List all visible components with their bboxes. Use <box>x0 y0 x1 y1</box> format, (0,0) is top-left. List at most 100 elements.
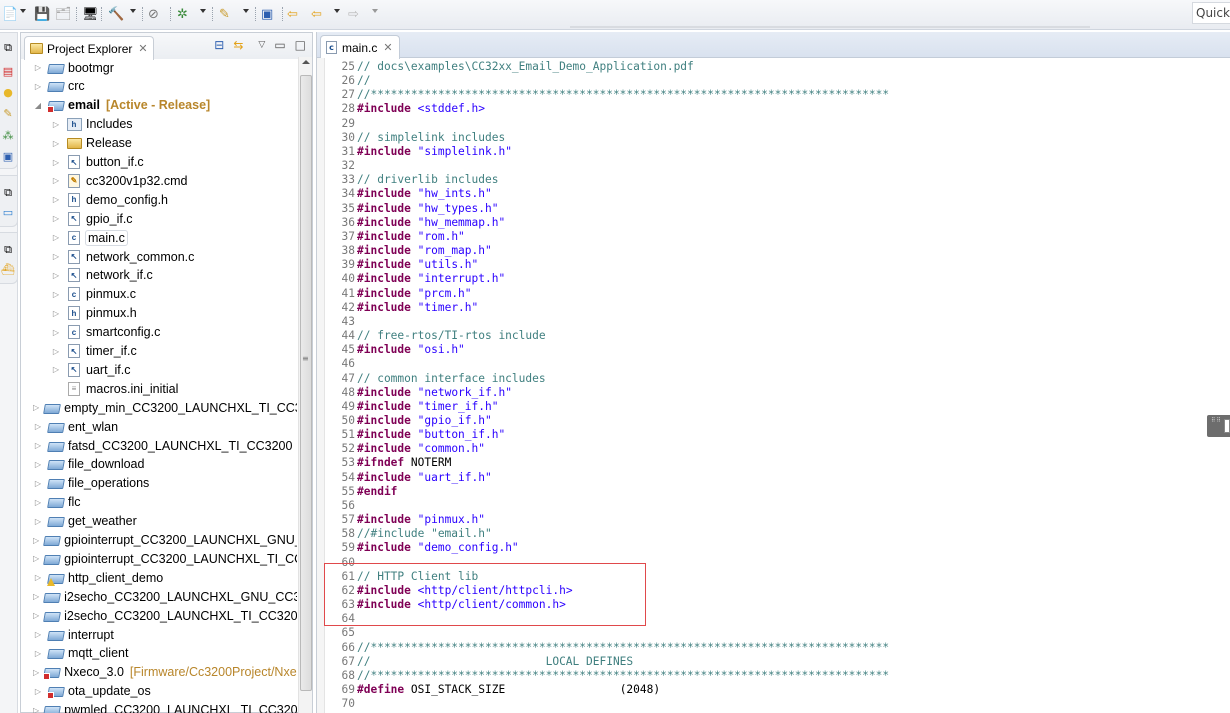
monitor-icon[interactable]: ▣ <box>1 150 15 164</box>
collapsed-twistie-icon[interactable]: ▷ <box>33 82 43 91</box>
tree-item[interactable]: ▷ pwmled_CC3200_LAUNCHXL_TI_CC3200 <box>21 701 297 713</box>
close-icon[interactable]: ✕ <box>138 42 147 55</box>
save-icon[interactable]: 💾 <box>34 5 50 23</box>
debug-bug-icon[interactable]: ✲ <box>177 5 188 23</box>
collapsed-twistie-icon[interactable]: ▷ <box>51 176 61 185</box>
collapsed-twistie-icon[interactable]: ▷ <box>33 592 39 601</box>
code-line[interactable]: 64 <box>325 612 357 626</box>
register-icon[interactable]: ▤ <box>1 65 15 79</box>
tree-item[interactable]: ▷ Nxeco_3.0 [Firmware/Cc3200Project/Nxeco_… <box>21 663 297 682</box>
terminal-icon[interactable]: 🖥 <box>82 5 99 23</box>
vertical-scrollbar[interactable]: ≡ <box>298 57 312 713</box>
tree-item[interactable]: ▷ http_client_demo <box>21 568 297 587</box>
collapsed-twistie-icon[interactable]: ▷ <box>33 630 43 639</box>
flash-dropdown-icon[interactable] <box>243 9 249 13</box>
code-line[interactable]: 31 #include "simplelink.h" <box>325 145 512 159</box>
quick-access-input[interactable]: Quick <box>1192 2 1230 24</box>
code-line[interactable]: 52 #include "common.h" <box>325 442 485 456</box>
code-text[interactable]: 25// docs\examples\CC32xx_Email_Demo_App… <box>325 58 1225 713</box>
code-line[interactable]: 68//************************************… <box>325 669 890 683</box>
code-line[interactable]: 62 #include <http/client/httpcli.h> <box>325 584 573 598</box>
code-line[interactable]: 33// driverlib includes <box>325 173 499 187</box>
code-line[interactable]: 26// <box>325 74 371 88</box>
forward-arrow-icon[interactable]: ⇨ <box>348 5 359 23</box>
maximize-icon[interactable]: □ <box>295 38 306 52</box>
code-line[interactable]: 30// simplelink includes <box>325 131 506 145</box>
tree-item[interactable]: ▷ ent_wlan <box>21 417 297 436</box>
build-hammer-icon[interactable]: 🔨 <box>108 5 124 23</box>
collapsed-twistie-icon[interactable]: ▷ <box>51 328 61 337</box>
code-line[interactable]: 59 #include "demo_config.h" <box>325 541 519 555</box>
restore-icon[interactable]: ⧉ <box>1 186 15 200</box>
collapsed-twistie-icon[interactable]: ▷ <box>51 271 61 280</box>
tree-item[interactable]: ▷ h Includes <box>21 115 297 134</box>
code-line[interactable]: 56 <box>325 499 357 513</box>
collapsed-twistie-icon[interactable]: ▷ <box>51 365 61 374</box>
code-line[interactable]: 66//************************************… <box>325 641 890 655</box>
code-line[interactable]: 69 #define OSI_STACK_SIZE (2048) <box>325 683 661 697</box>
tree-item[interactable]: ▷ empty_min_CC3200_LAUNCHXL_TI_CC3200 <box>21 398 297 417</box>
collapsed-twistie-icon[interactable]: ▷ <box>33 517 43 526</box>
code-line[interactable]: 29 <box>325 117 357 131</box>
tree-item[interactable]: ≡ macros.ini_initial <box>21 379 297 398</box>
collapsed-twistie-icon[interactable]: ▷ <box>33 573 43 582</box>
minimize-icon[interactable]: ▭ <box>274 38 285 52</box>
code-line[interactable]: 28 #include <stddef.h> <box>325 102 485 116</box>
tree-item[interactable]: ▷ gpiointerrupt_CC3200_LAUNCHXL_GNU_CC320… <box>21 531 297 550</box>
code-line[interactable]: 60 <box>325 556 357 570</box>
collapsed-twistie-icon[interactable]: ▷ <box>33 460 43 469</box>
last-edit-icon[interactable]: ⇦ <box>287 5 298 23</box>
collapsed-twistie-icon[interactable]: ▷ <box>51 252 61 261</box>
tree-item[interactable]: ▷ ↖ network_common.c <box>21 247 297 266</box>
code-line[interactable]: 49 #include "timer_if.h" <box>325 400 499 414</box>
tree-item[interactable]: ▷ flc <box>21 493 297 512</box>
code-line[interactable]: 32 <box>325 159 357 173</box>
flash-icon[interactable]: ✎ <box>219 5 230 23</box>
tree-item[interactable]: ▷ file_download <box>21 455 297 474</box>
code-line[interactable]: 61// HTTP Client lib <box>325 570 479 584</box>
tree-item[interactable]: ▷ mqtt_client <box>21 644 297 663</box>
debug-dropdown-icon[interactable] <box>200 9 206 13</box>
restore-icon[interactable]: ⧉ <box>1 243 15 257</box>
tree-item[interactable]: ▷ i2secho_CC3200_LAUNCHXL_GNU_CC3200 <box>21 587 297 606</box>
back-dropdown-icon[interactable] <box>334 9 340 13</box>
tree-item[interactable]: ▷ h demo_config.h <box>21 190 297 209</box>
collapsed-twistie-icon[interactable]: ▷ <box>33 687 43 696</box>
tree-item[interactable]: ▷ Release <box>21 134 297 153</box>
collapsed-twistie-icon[interactable]: ▷ <box>33 536 39 545</box>
tree-item[interactable]: ▷ gpiointerrupt_CC3200_LAUNCHXL_TI_CC3200 <box>21 549 297 568</box>
collapsed-twistie-icon[interactable]: ▷ <box>51 158 61 167</box>
save-all-icon[interactable]: 🗂 <box>55 5 72 23</box>
code-line[interactable]: 43 <box>325 315 357 329</box>
new-icon[interactable]: 📄 <box>2 5 18 23</box>
code-line[interactable]: 45 #include "osi.h" <box>325 343 465 357</box>
code-line[interactable]: 58//#include "email.h" <box>325 527 492 541</box>
code-line[interactable]: 47// common interface includes <box>325 372 546 386</box>
tree-item[interactable]: ▷ ✎ cc3200v1p32.cmd <box>21 171 297 190</box>
code-line[interactable]: 55 #endif <box>325 485 398 499</box>
collapsed-twistie-icon[interactable]: ▷ <box>51 290 61 299</box>
tree-item[interactable]: ▷ ↖ timer_if.c <box>21 342 297 361</box>
memory-browser-icon[interactable]: ▣ <box>261 5 273 23</box>
tree-item[interactable]: ▷ c pinmux.c <box>21 285 297 304</box>
code-line[interactable]: 41 #include "prcm.h" <box>325 287 472 301</box>
tree-item[interactable]: ▷ ↖ gpio_if.c <box>21 209 297 228</box>
tree-item[interactable]: ▷ bootmgr <box>21 58 297 77</box>
view-menu-icon[interactable]: ▽ <box>258 40 265 50</box>
collapsed-twistie-icon[interactable]: ▷ <box>33 668 39 677</box>
new-dropdown-icon[interactable] <box>20 9 26 13</box>
collapsed-twistie-icon[interactable]: ▷ <box>33 498 43 507</box>
tree-item[interactable]: ◢ email [Active - Release] <box>21 96 297 115</box>
tree-item[interactable]: ▷ h pinmux.h <box>21 304 297 323</box>
tree-item[interactable]: ▷ get_weather <box>21 512 297 531</box>
display-icon[interactable]: ▭ <box>1 206 15 220</box>
tree-item[interactable]: ▷ ↖ uart_if.c <box>21 360 297 379</box>
code-line[interactable]: 51 #include "button_if.h" <box>325 428 506 442</box>
tree-item[interactable]: ▷ c smartconfig.c <box>21 323 297 342</box>
code-line[interactable]: 53 #ifndef NOTERM <box>325 456 452 470</box>
restore-icon[interactable]: ⧉ <box>1 41 15 55</box>
back-arrow-icon[interactable]: ⇦ <box>311 5 322 23</box>
collapsed-twistie-icon[interactable]: ▷ <box>51 195 61 204</box>
code-line[interactable]: 63 #include <http/client/common.h> <box>325 598 566 612</box>
tree-item[interactable]: ▷ crc <box>21 77 297 96</box>
